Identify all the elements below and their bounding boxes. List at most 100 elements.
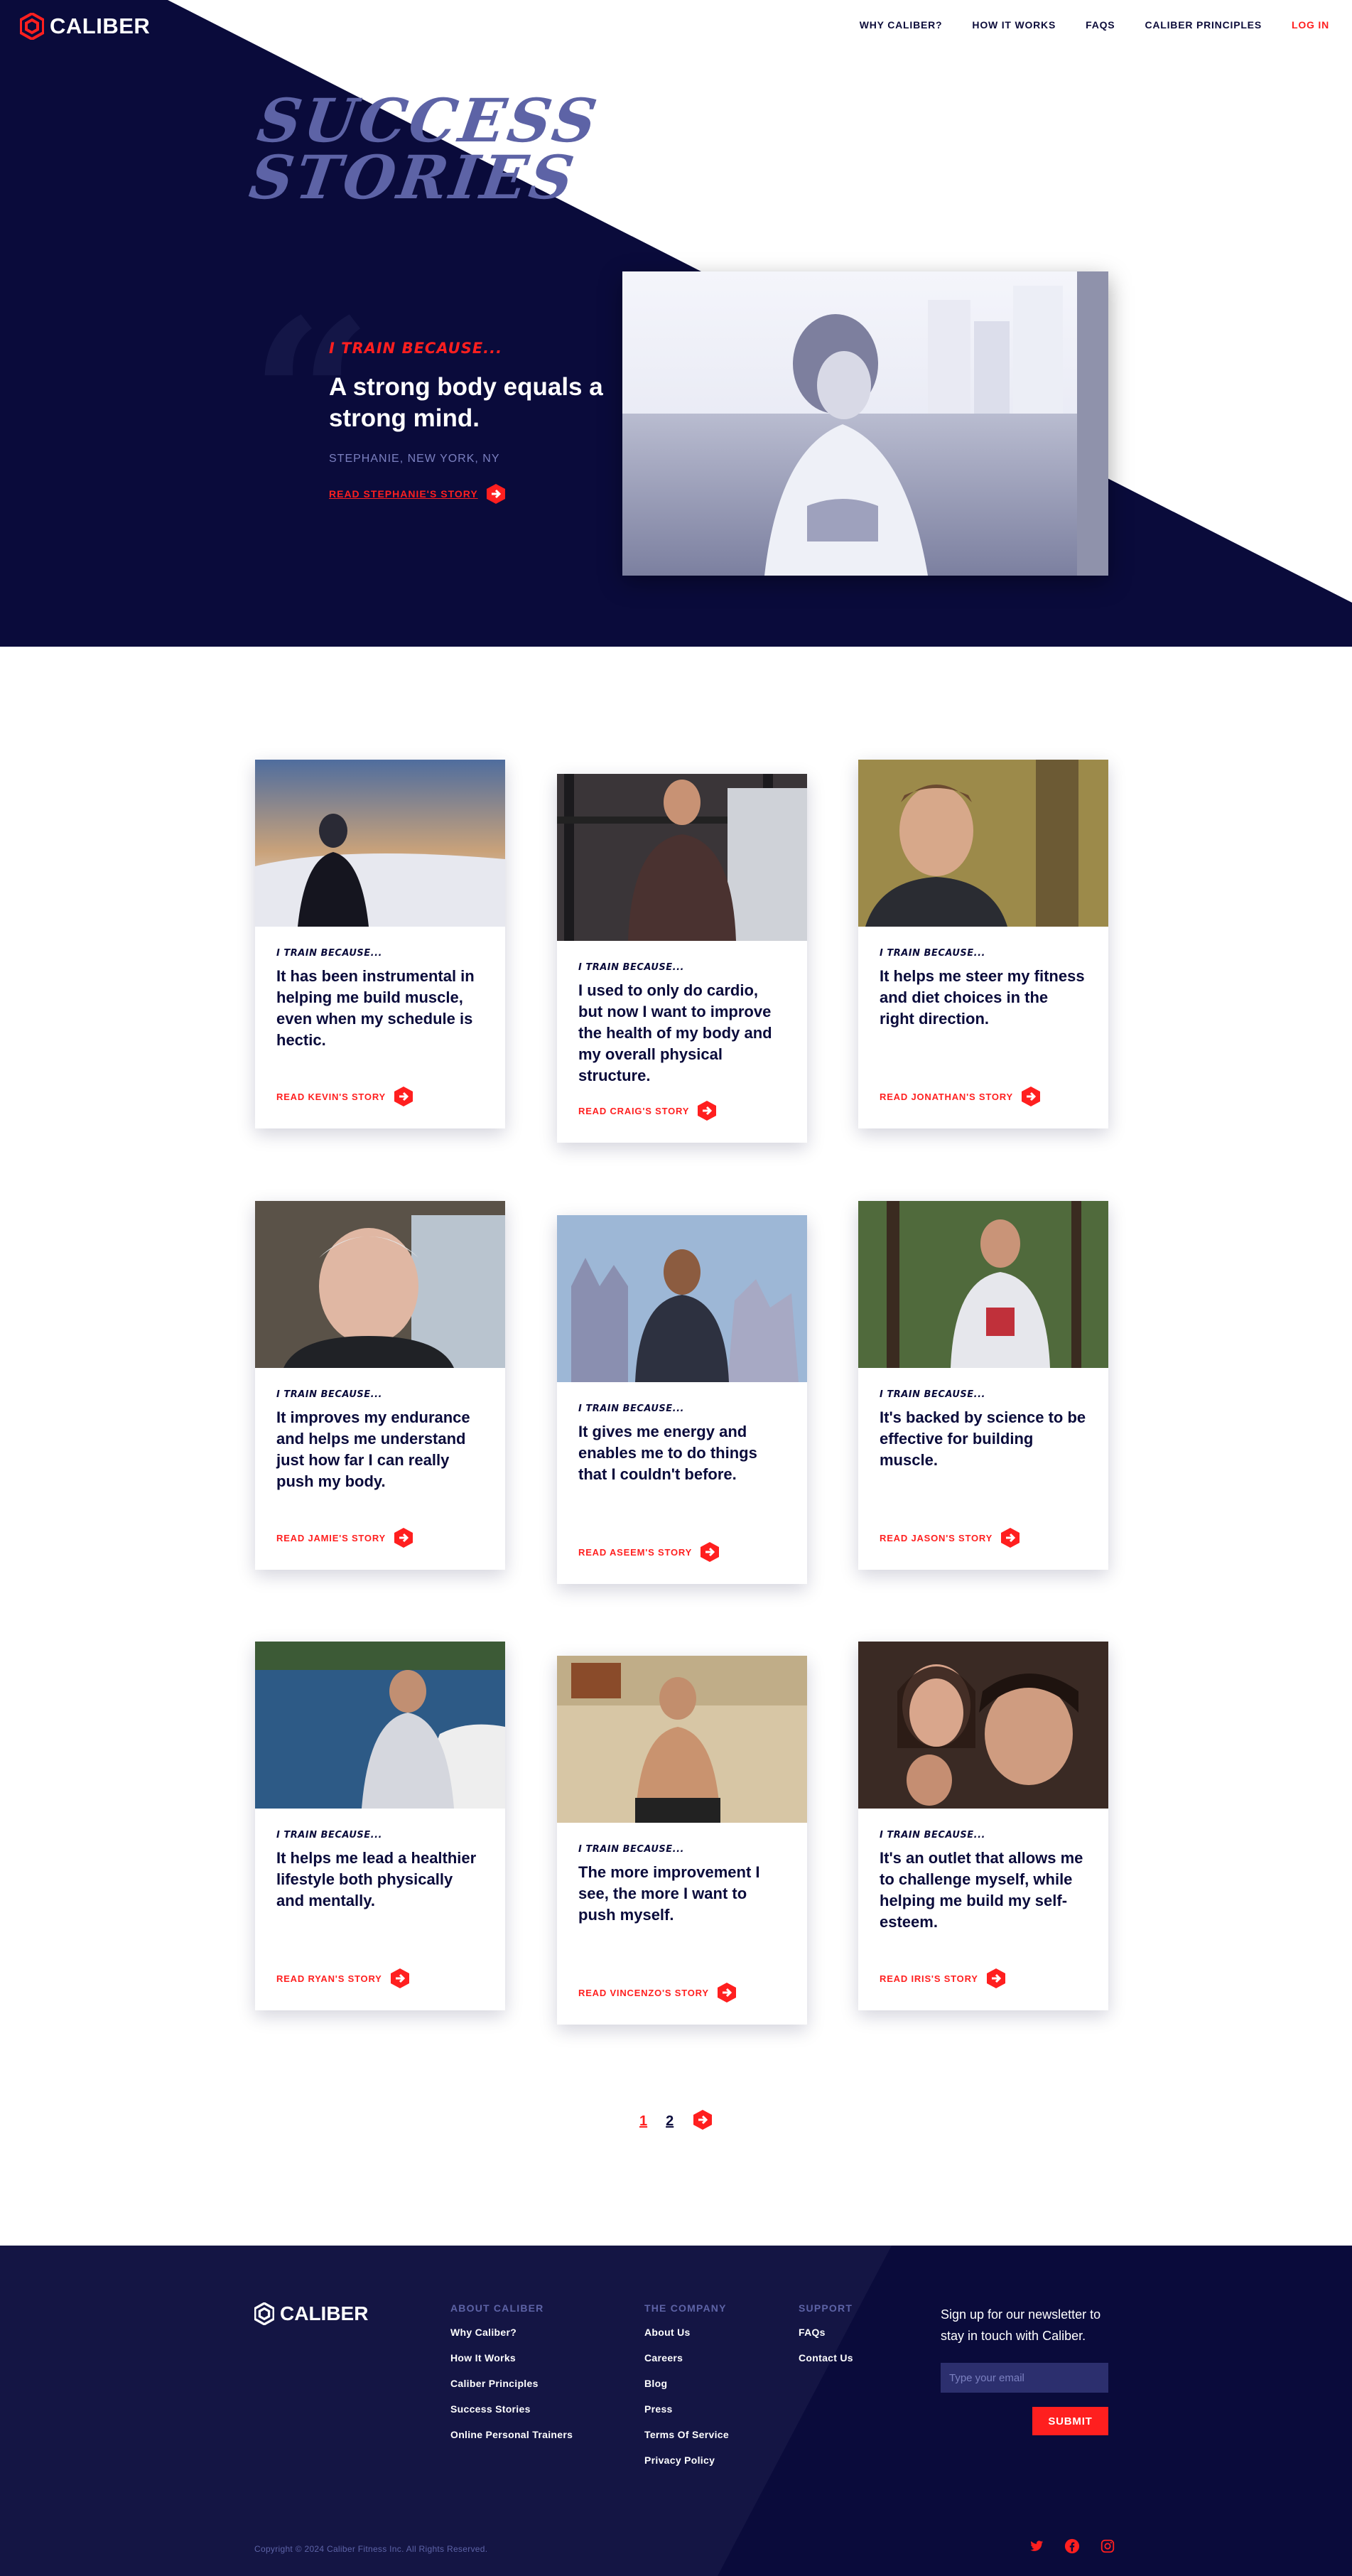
page-1-link[interactable]: 1 [639,2113,647,2130]
page-2-link[interactable]: 2 [666,2113,674,2130]
story-card[interactable]: I TRAIN BECAUSE... It helps me lead a he… [255,1642,505,2010]
footer-link-online-trainers[interactable]: Online Personal Trainers [450,2429,573,2440]
newsletter-email-input[interactable] [941,2363,1108,2393]
twitter-icon [1030,2540,1044,2551]
arrow-hex-icon [390,1968,409,1988]
card-kicker: I TRAIN BECAUSE... [880,1830,985,1841]
twitter-link[interactable] [1029,2538,1044,2558]
arrow-hex-icon [486,484,505,504]
footer-link-why-caliber[interactable]: Why Caliber? [450,2327,573,2338]
kevin-photo [255,760,505,927]
card-story-link-label: READ JAMIE'S STORY [276,1532,386,1543]
nav-faqs[interactable]: FAQS [1086,19,1115,31]
arrow-hex-icon [1021,1087,1040,1106]
hero-photo [622,271,1077,576]
hero-author: STEPHANIE, NEW YORK, NY [329,453,500,465]
caliber-logo-icon [254,2302,274,2325]
card-quote: It helps me lead a healthier lifestyle b… [276,1849,477,1909]
card-story-link[interactable]: READ CRAIG'S STORY [578,1100,718,1121]
footer-link-privacy[interactable]: Privacy Policy [644,2454,729,2466]
card-story-link[interactable]: READ KEVIN'S STORY [276,1086,414,1107]
story-card[interactable]: I TRAIN BECAUSE... It's backed by scienc… [858,1201,1108,1570]
card-quote: It improves my endurance and helps me un… [276,1408,470,1490]
jonathan-photo [858,760,1108,927]
story-card[interactable]: I TRAIN BECAUSE... It helps me steer my … [858,760,1108,1128]
card-story-link-label: READ IRIS'S STORY [880,1973,978,1984]
logo[interactable]: CALIBER [20,13,150,40]
hero-story-link[interactable]: READ STEPHANIE'S STORY [329,483,507,505]
story-card-photo [557,1215,807,1382]
card-story-link[interactable]: READ JAMIE'S STORY [276,1527,414,1548]
card-story-link-label: READ CRAIG'S STORY [578,1105,690,1116]
instagram-icon [1100,2539,1115,2553]
jamie-photo [255,1201,505,1368]
story-card-photo [858,1642,1108,1809]
footer-about-column: ABOUT CALIBER Why Caliber? How It Works … [450,2302,573,2454]
story-card[interactable]: I TRAIN BECAUSE... It gives me energy an… [557,1215,807,1584]
story-card-photo [255,1201,505,1368]
story-card[interactable]: I TRAIN BECAUSE... I used to only do car… [557,774,807,1143]
footer-logo[interactable]: CALIBER [254,2302,368,2325]
newsletter-submit-button[interactable]: SUBMIT [1032,2407,1108,2435]
card-story-link[interactable]: READ JASON'S STORY [880,1527,1021,1548]
card-story-link[interactable]: READ ASEEM'S STORY [578,1541,720,1563]
nav-how-it-works[interactable]: HOW IT WORKS [972,19,1056,31]
next-page-button[interactable] [692,2109,713,2134]
social-links [1029,2538,1115,2558]
newsletter-text: Sign up for our newsletter to stay in to… [941,2307,1101,2343]
card-quote: It gives me energy and enables me to do … [578,1423,757,1483]
footer-link-press[interactable]: Press [644,2403,729,2415]
jason-photo [858,1201,1108,1368]
instagram-link[interactable] [1100,2538,1115,2558]
story-card-photo [858,1201,1108,1368]
login-link[interactable]: LOG IN [1292,19,1329,31]
story-card-photo [255,1642,505,1809]
iris-photo [858,1642,1108,1809]
stephanie-photo [622,271,1077,576]
card-story-link[interactable]: READ JONATHAN'S STORY [880,1086,1042,1107]
nav-caliber-principles[interactable]: CALIBER PRINCIPLES [1145,19,1262,31]
story-card[interactable]: I TRAIN BECAUSE... It improves my endura… [255,1201,505,1570]
facebook-icon [1064,2538,1080,2554]
nav-why-caliber[interactable]: WHY CALIBER? [860,19,943,31]
card-story-link-label: READ RYAN'S STORY [276,1973,382,1984]
card-kicker: I TRAIN BECAUSE... [276,948,382,959]
vincenzo-photo [557,1656,807,1823]
footer-support-heading: SUPPORT [799,2302,853,2314]
footer-about-heading: ABOUT CALIBER [450,2302,544,2314]
arrow-hex-icon [701,1542,720,1562]
facebook-link[interactable] [1064,2538,1080,2558]
footer-link-caliber-principles[interactable]: Caliber Principles [450,2378,573,2389]
story-card-photo [858,760,1108,927]
card-quote: It helps me steer my fitness and diet ch… [880,967,1085,1028]
footer-link-faqs[interactable]: FAQs [799,2327,853,2338]
card-story-link[interactable]: READ IRIS'S STORY [880,1968,1007,1989]
card-kicker: I TRAIN BECAUSE... [276,1830,382,1841]
footer-company-heading: THE COMPANY [644,2302,727,2314]
logo-text: CALIBER [50,14,151,38]
footer-link-terms[interactable]: Terms Of Service [644,2429,729,2440]
card-story-link-label: READ VINCENZO'S STORY [578,1987,709,1998]
footer-link-blog[interactable]: Blog [644,2378,729,2389]
footer-link-success-stories[interactable]: Success Stories [450,2403,573,2415]
hero-section: CALIBER WHY CALIBER? HOW IT WORKS FAQS C… [0,0,1352,647]
arrow-hex-icon [986,1968,1005,1988]
card-story-link-label: READ ASEEM'S STORY [578,1546,693,1558]
page-title: SUCCESS STORIES [245,85,603,212]
story-card-photo [557,1656,807,1823]
card-story-link[interactable]: READ VINCENZO'S STORY [578,1982,737,2003]
story-card[interactable]: I TRAIN BECAUSE... It has been instrumen… [255,760,505,1128]
top-nav: CALIBER WHY CALIBER? HOW IT WORKS FAQS C… [0,0,1352,54]
card-kicker: I TRAIN BECAUSE... [578,1844,684,1855]
footer-link-how-it-works[interactable]: How It Works [450,2352,573,2364]
hero-story-link-label: READ STEPHANIE'S STORY [329,488,478,500]
footer-link-about-us[interactable]: About Us [644,2327,729,2338]
arrow-hex-icon [394,1087,413,1106]
story-card[interactable]: I TRAIN BECAUSE... It's an outlet that a… [858,1642,1108,2010]
card-story-link[interactable]: READ RYAN'S STORY [276,1968,411,1989]
ryan-photo [255,1642,505,1809]
aseem-photo [557,1215,807,1382]
footer-link-careers[interactable]: Careers [644,2352,729,2364]
story-card[interactable]: I TRAIN BECAUSE... The more improvement … [557,1656,807,2025]
footer-link-contact-us[interactable]: Contact Us [799,2352,853,2364]
